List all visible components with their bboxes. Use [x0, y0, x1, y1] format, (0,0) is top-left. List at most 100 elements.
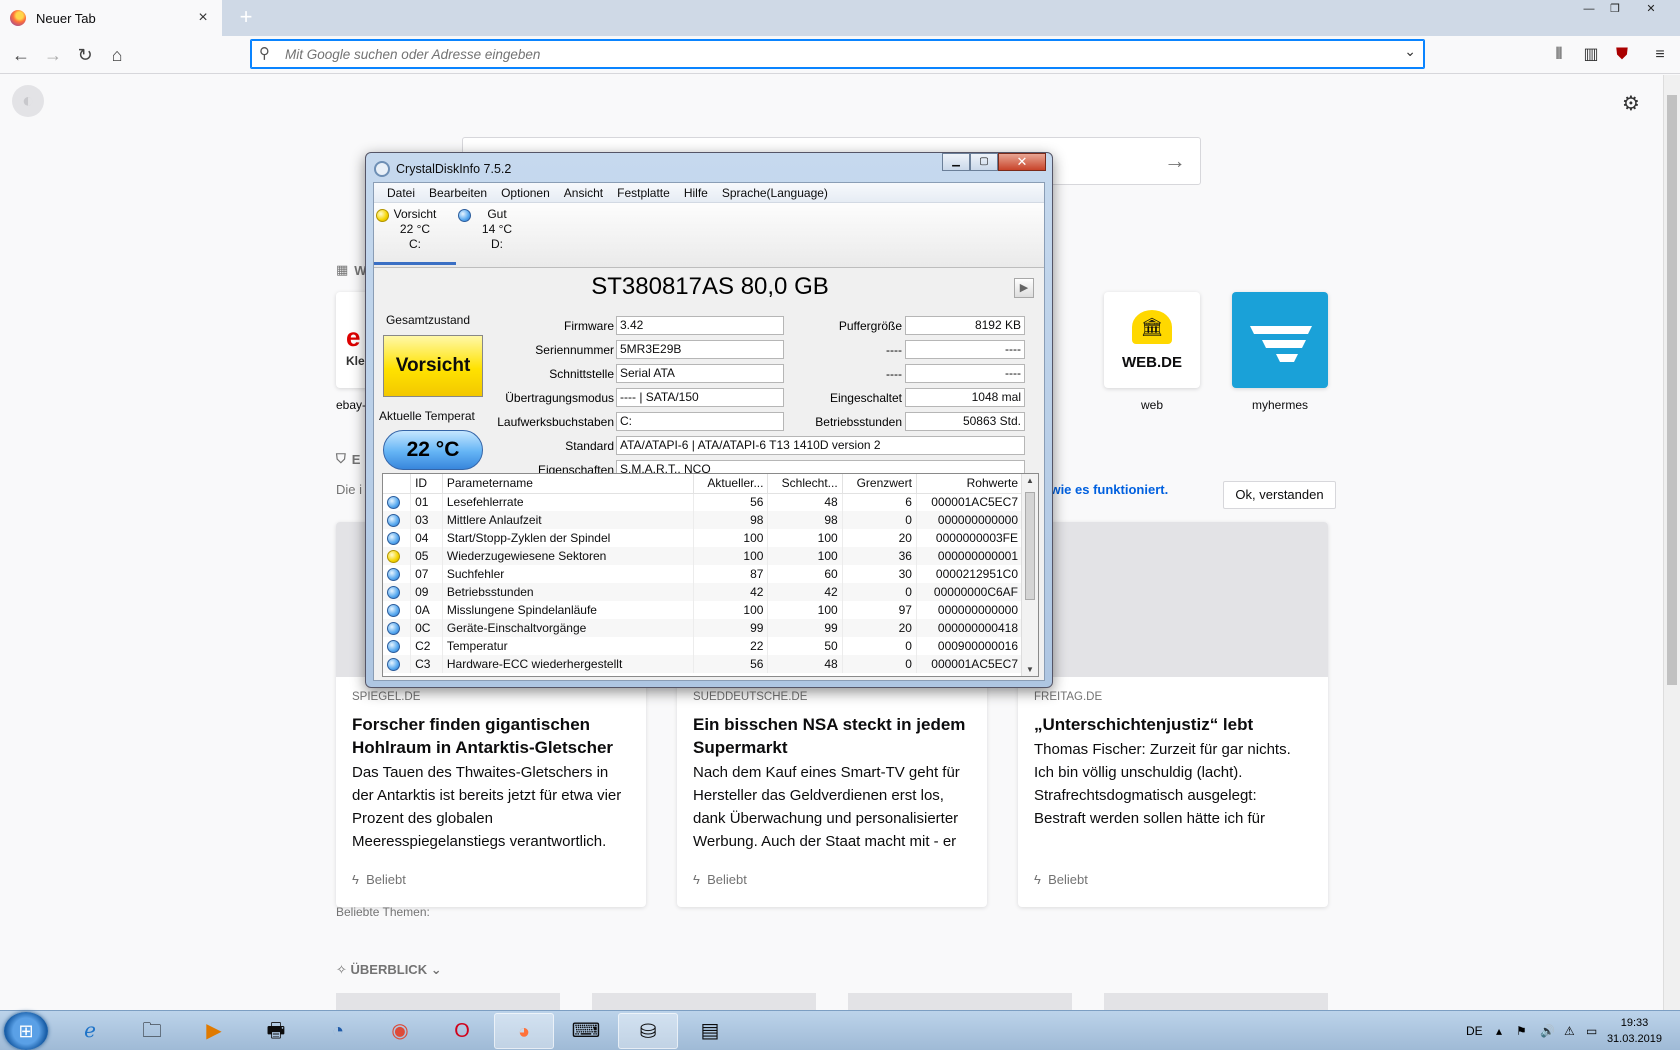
drive-tab-c[interactable]: Vorsicht 22 °C C: [374, 207, 456, 265]
popular-topics-label: Beliebte Themen: [336, 905, 430, 919]
table-row[interactable]: 03 Mittlere Anlaufzeit 98 98 0 000000000000 [383, 511, 1024, 529]
control-panel-icon[interactable]: ▤ [680, 1013, 740, 1049]
cell-current: 22 [693, 637, 769, 655]
reload-icon[interactable]: ↻ [70, 40, 100, 70]
menu-bar: Datei Bearbeiten Optionen Ansicht Festpl… [374, 183, 1044, 203]
cell-raw: 000000000001 [916, 547, 1024, 565]
story-card[interactable]: FREITAG.DE „Unterschichtenjustiz“ lebt T… [1018, 522, 1328, 907]
table-row[interactable]: C3 Hardware-ECC wiederhergestellt 56 48 0 000… [383, 655, 1024, 673]
crystaldiskinfo-app-icon [374, 161, 390, 177]
scrollbar-thumb[interactable] [1025, 492, 1035, 600]
next-disk-button[interactable]: ▶ [1014, 278, 1034, 298]
health-status-label: Gesamtzustand [385, 313, 471, 327]
scanner-icon[interactable]: 🖶 [246, 1013, 306, 1049]
maximize-icon[interactable]: ▢ [970, 153, 998, 171]
menu-hilfe[interactable]: Hilfe [677, 183, 715, 202]
menu-sprache[interactable]: Sprache(Language) [715, 183, 835, 202]
home-icon[interactable]: ⌂ [102, 40, 132, 70]
volume-icon[interactable]: 🔊 [1540, 1011, 1555, 1050]
tab-close-icon[interactable]: × [194, 9, 212, 27]
restore-icon[interactable]: ❐ [1604, 0, 1626, 20]
flag-icon[interactable]: ⚑ [1516, 1011, 1527, 1050]
keyboard-app-icon[interactable]: ⌨ [556, 1013, 616, 1049]
topsite-myhermes[interactable]: myhermes [1232, 292, 1328, 412]
start-button[interactable]: ⊞ [4, 1012, 48, 1050]
pocket-learn-more-link[interactable]: e, wie es funktioniert. [1036, 482, 1168, 497]
power-icon[interactable]: ▭ [1586, 1011, 1597, 1050]
network-icon[interactable]: ⚠ [1564, 1011, 1575, 1050]
tab-new-tab[interactable]: Neuer Tab × [0, 0, 222, 36]
firefox-taskbar-icon[interactable]: ◕ [494, 1013, 554, 1049]
internet-explorer-icon[interactable]: ℯ [60, 1013, 120, 1049]
cell-id: 03 [410, 511, 443, 529]
cell-threshold: 0 [842, 637, 917, 655]
media-player-icon[interactable]: ▶ [184, 1013, 244, 1049]
column-header-current[interactable]: Aktueller... [693, 474, 769, 494]
menu-icon[interactable]: ≡ [1649, 44, 1671, 66]
crystaldiskinfo-taskbar-icon[interactable]: ⛁ [618, 1013, 678, 1049]
overview-heading[interactable]: ✧ ÜBERBLICK ⌄ [336, 962, 442, 978]
table-row[interactable]: 01 Lesefehlerrate 56 48 6 000001AC5EC7 [383, 493, 1024, 511]
arrow-right-icon[interactable]: → [1164, 148, 1186, 174]
gear-icon[interactable]: ⚙ [1622, 91, 1640, 116]
table-row[interactable]: 05 Wiederzugewiesene Sektoren 100 100 36 0000… [383, 547, 1024, 565]
column-header-status[interactable] [383, 474, 412, 494]
ok-understood-button[interactable]: Ok, verstanden [1223, 481, 1336, 509]
close-window-icon[interactable]: ✕ [1640, 0, 1662, 20]
webde-tile-thumbnail: 🏛 WEB.DE [1104, 292, 1200, 388]
menu-ansicht[interactable]: Ansicht [557, 183, 610, 202]
scroll-down-icon[interactable]: ▼ [1022, 665, 1038, 674]
opera-icon[interactable]: O [432, 1013, 492, 1049]
minimize-icon[interactable]: — [1578, 0, 1600, 20]
ublock-icon[interactable]: ⛊ [1611, 44, 1633, 66]
cell-raw: 00000000C6AF [916, 583, 1024, 601]
menu-optionen[interactable]: Optionen [494, 183, 557, 202]
table-scrollbar[interactable]: ▲ ▼ [1021, 474, 1038, 676]
table-row[interactable]: 04 Start/Stopp-Zyklen der Spindel 100 100 20… [383, 529, 1024, 547]
smart-attributes-table[interactable]: ID Parametername Aktueller... Schlecht..… [382, 473, 1039, 677]
system-clock[interactable]: 19:33 31.03.2019 [1607, 1015, 1662, 1047]
table-row[interactable]: 0A Misslungene Spindelanläufe 100 100 97 0000… [383, 601, 1024, 619]
cell-current: 99 [693, 619, 769, 637]
table-row[interactable]: 0C Geräte-Einschaltvorgänge 99 99 20 00000000… [383, 619, 1024, 637]
cell-id: 05 [410, 547, 443, 565]
page-scrollbar[interactable] [1663, 75, 1680, 1010]
column-header-threshold[interactable]: Grenzwert [842, 474, 917, 494]
grid-icon: ▦ [336, 262, 349, 277]
tray-expand-icon[interactable]: ▴ [1496, 1011, 1502, 1050]
window-titlebar[interactable]: CrystalDiskInfo 7.5.2 [374, 159, 511, 179]
clock-time: 19:33 [1620, 1017, 1649, 1029]
file-explorer-icon[interactable]: 🗀 [122, 1013, 182, 1049]
language-indicator[interactable]: DE [1466, 1011, 1483, 1050]
ccleaner-icon[interactable]: ◔ [308, 1013, 368, 1049]
minimize-icon[interactable]: ▁ [942, 153, 970, 171]
column-header-worst[interactable]: Schlecht... [767, 474, 843, 494]
sidebar-icon[interactable]: ▥ [1580, 44, 1602, 66]
table-row[interactable]: 09 Betriebsstunden 42 42 0 00000000C6AF [383, 583, 1024, 601]
new-tab-button[interactable]: + [232, 4, 260, 32]
close-icon[interactable]: ✕ [998, 153, 1046, 171]
temperature-badge[interactable]: 22 °C [383, 430, 483, 470]
scroll-up-icon[interactable]: ▲ [1022, 476, 1038, 485]
topsite-web[interactable]: 🏛 WEB.DE web [1104, 292, 1200, 412]
forward-icon[interactable]: → [38, 40, 68, 70]
power-on-hours-value: 50863 Std. [905, 412, 1025, 431]
cell-worst: 50 [767, 637, 843, 655]
chrome-icon[interactable]: ◉ [370, 1013, 430, 1049]
drive-tab-d[interactable]: Gut 14 °C D: [456, 207, 538, 265]
chevron-down-icon[interactable]: ⌄ [1404, 43, 1416, 60]
back-icon[interactable]: ← [6, 40, 36, 70]
url-bar[interactable]: ⚲ Mit Google suchen oder Adresse eingebe… [250, 39, 1425, 69]
table-row[interactable]: C2 Temperatur 22 50 0 000900000016 [383, 637, 1024, 655]
scrollbar-thumb[interactable] [1667, 95, 1677, 685]
menu-bearbeiten[interactable]: Bearbeiten [422, 183, 494, 202]
health-status-badge[interactable]: Vorsicht [383, 335, 483, 397]
library-icon[interactable]: ⫴ [1548, 44, 1570, 66]
cell-status [383, 637, 412, 655]
column-header-id[interactable]: ID [410, 474, 443, 494]
table-row[interactable]: 07 Suchfehler 87 60 30 0000212951C0 [383, 565, 1024, 583]
column-header-raw[interactable]: Rohwerte [916, 474, 1024, 494]
menu-festplatte[interactable]: Festplatte [610, 183, 677, 202]
menu-datei[interactable]: Datei [380, 183, 422, 202]
column-header-name[interactable]: Parametername [442, 474, 695, 494]
